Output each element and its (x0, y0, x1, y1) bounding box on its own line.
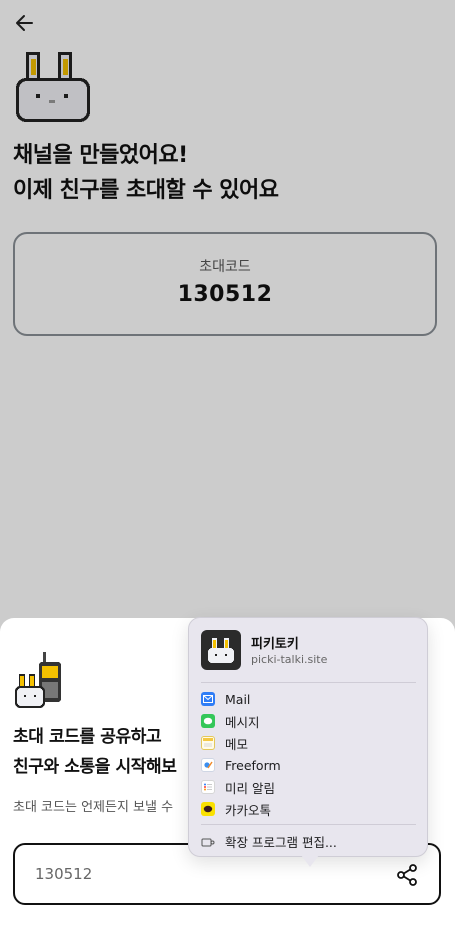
share-menu-app-header: 피키토키 picki-talki.site (201, 630, 417, 672)
share-target-label: 메시지 (225, 714, 260, 730)
share-target-kakaotalk[interactable]: 카카오톡 (201, 798, 416, 820)
mail-icon (201, 692, 215, 706)
share-target-freeform[interactable]: Freeform (201, 754, 416, 776)
share-target-notes[interactable]: 메모 (201, 732, 416, 754)
popover-divider (201, 824, 416, 825)
freeform-icon (201, 758, 215, 772)
sheet-title: 초대 코드를 공유하고 친구와 소통을 시작해보 (13, 722, 177, 782)
share-icon[interactable] (395, 863, 419, 887)
sheet-title-line-1: 초대 코드를 공유하고 (13, 727, 162, 747)
bunny-walkie-talkie-icon (15, 652, 61, 708)
share-target-label: Mail (225, 691, 251, 707)
share-target-messages[interactable]: 메시지 (201, 710, 416, 732)
reminders-icon (201, 780, 215, 794)
sheet-description: 초대 코드는 언제든지 보낼 수 (13, 800, 174, 815)
share-target-list: Mail 메시지 메모 Freeform 미리 알림 카카오톡 (201, 688, 416, 820)
share-target-mail[interactable]: Mail (201, 688, 416, 710)
app-thumbnail (201, 630, 241, 670)
share-target-label: Freeform (225, 757, 281, 773)
share-target-label: 메모 (225, 736, 249, 752)
popover-arrow (301, 855, 319, 867)
share-target-label: 카카오톡 (225, 802, 272, 818)
app-name: 피키토키 (251, 637, 299, 652)
share-menu-popover: 피키토키 picki-talki.site Mail 메시지 메모 Freefo… (188, 617, 428, 857)
share-target-reminders[interactable]: 미리 알림 (201, 776, 416, 798)
sheet-title-line-2: 친구와 소통을 시작해보 (13, 757, 177, 777)
messages-icon (201, 714, 215, 728)
edit-extensions-label: 확장 프로그램 편집... (225, 835, 337, 850)
extensions-icon (201, 838, 215, 846)
share-target-label: 미리 알림 (225, 780, 275, 796)
edit-extensions-button[interactable]: 확장 프로그램 편집... (201, 832, 337, 851)
app-url: picki-talki.site (251, 653, 328, 666)
kakaotalk-icon (201, 802, 215, 816)
popover-divider (201, 682, 416, 683)
invite-code-input-value[interactable]: 130512 (35, 865, 92, 883)
app-bunny-icon (208, 638, 234, 663)
notes-icon (201, 736, 215, 750)
